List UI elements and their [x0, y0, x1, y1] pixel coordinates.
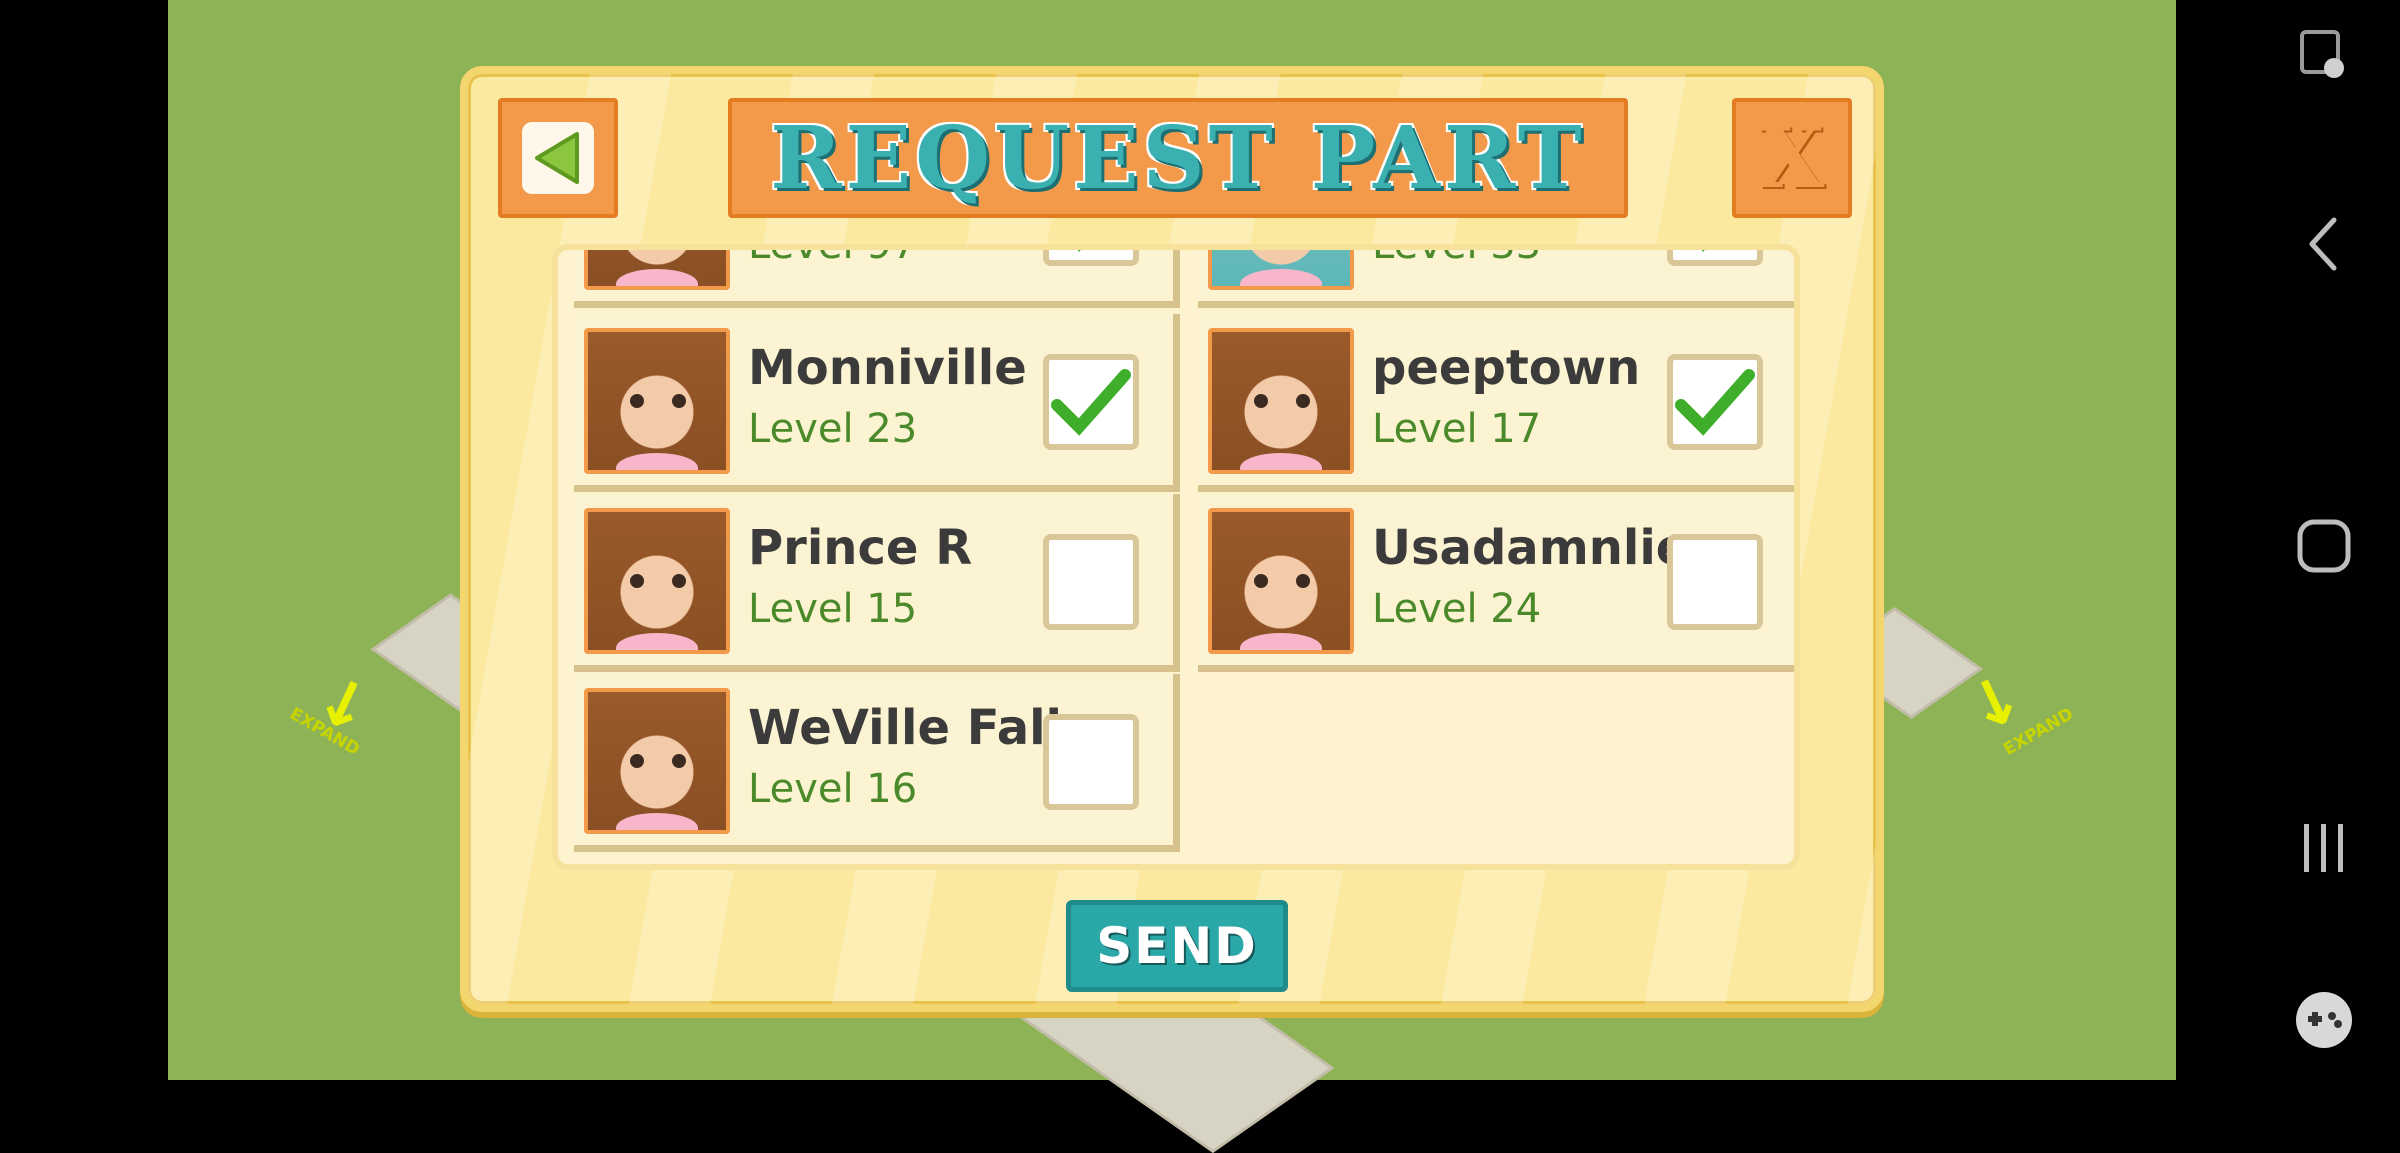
back-button[interactable] — [498, 98, 618, 218]
avatar — [584, 250, 730, 290]
entry-level: Level 16 — [748, 766, 918, 812]
entry-name: peeptown — [1372, 340, 1641, 396]
entry-level: Level 24 — [1372, 586, 1542, 632]
entry-level: Level 33 — [1372, 244, 1542, 268]
select-checkbox[interactable] — [1667, 354, 1763, 450]
back-arrow-icon — [522, 122, 594, 194]
entry-level: Level 97 — [748, 244, 918, 268]
avatar — [1208, 508, 1354, 654]
touch-icon[interactable] — [2276, 8, 2372, 104]
list-item[interactable]: Usadamnlie Level 24 — [1198, 494, 1794, 672]
entry-level: Level 17 — [1372, 406, 1542, 452]
title-banner: REQUEST PART — [728, 98, 1628, 218]
close-button[interactable]: X — [1732, 98, 1852, 218]
request-part-dialog: REQUEST PART X Level 97 Level 33 Monnivi… — [460, 66, 1884, 1012]
send-label: SEND — [1096, 917, 1258, 975]
nav-back-icon[interactable] — [2276, 196, 2372, 292]
list-item[interactable]: peeptown Level 17 — [1198, 314, 1794, 492]
list-item[interactable]: Level 33 — [1198, 244, 1794, 308]
select-checkbox[interactable] — [1043, 534, 1139, 630]
avatar — [584, 508, 730, 654]
close-x-icon: X — [1759, 108, 1825, 207]
avatar — [1208, 328, 1354, 474]
entry-name: Prince R — [748, 520, 973, 576]
entry-level: Level 23 — [748, 406, 918, 452]
list-item[interactable]: WeVille Falls Level 16 — [574, 674, 1180, 852]
avatar — [584, 688, 730, 834]
entry-name: Usadamnlie — [1372, 520, 1689, 576]
select-checkbox[interactable] — [1667, 250, 1763, 266]
home-icon[interactable] — [2276, 498, 2372, 594]
select-checkbox[interactable] — [1043, 354, 1139, 450]
send-button[interactable]: SEND — [1066, 900, 1288, 992]
list-item[interactable]: Prince R Level 15 — [574, 494, 1180, 672]
recents-icon[interactable] — [2276, 800, 2372, 896]
entry-name: WeVille Falls — [748, 700, 1091, 756]
select-checkbox[interactable] — [1043, 250, 1139, 266]
entry-level: Level 15 — [748, 586, 918, 632]
gamepad-icon[interactable] — [2276, 972, 2372, 1068]
select-checkbox[interactable] — [1043, 714, 1139, 810]
list-item[interactable]: Level 97 — [574, 244, 1180, 308]
avatar — [584, 328, 730, 474]
entry-name: Monniville — [748, 340, 1027, 396]
friends-list[interactable]: Level 97 Level 33 Monniville Level 23 pe… — [552, 244, 1800, 870]
avatar — [1208, 250, 1354, 290]
select-checkbox[interactable] — [1667, 534, 1763, 630]
list-item[interactable]: Monniville Level 23 — [574, 314, 1180, 492]
dialog-title: REQUEST PART — [770, 107, 1586, 209]
